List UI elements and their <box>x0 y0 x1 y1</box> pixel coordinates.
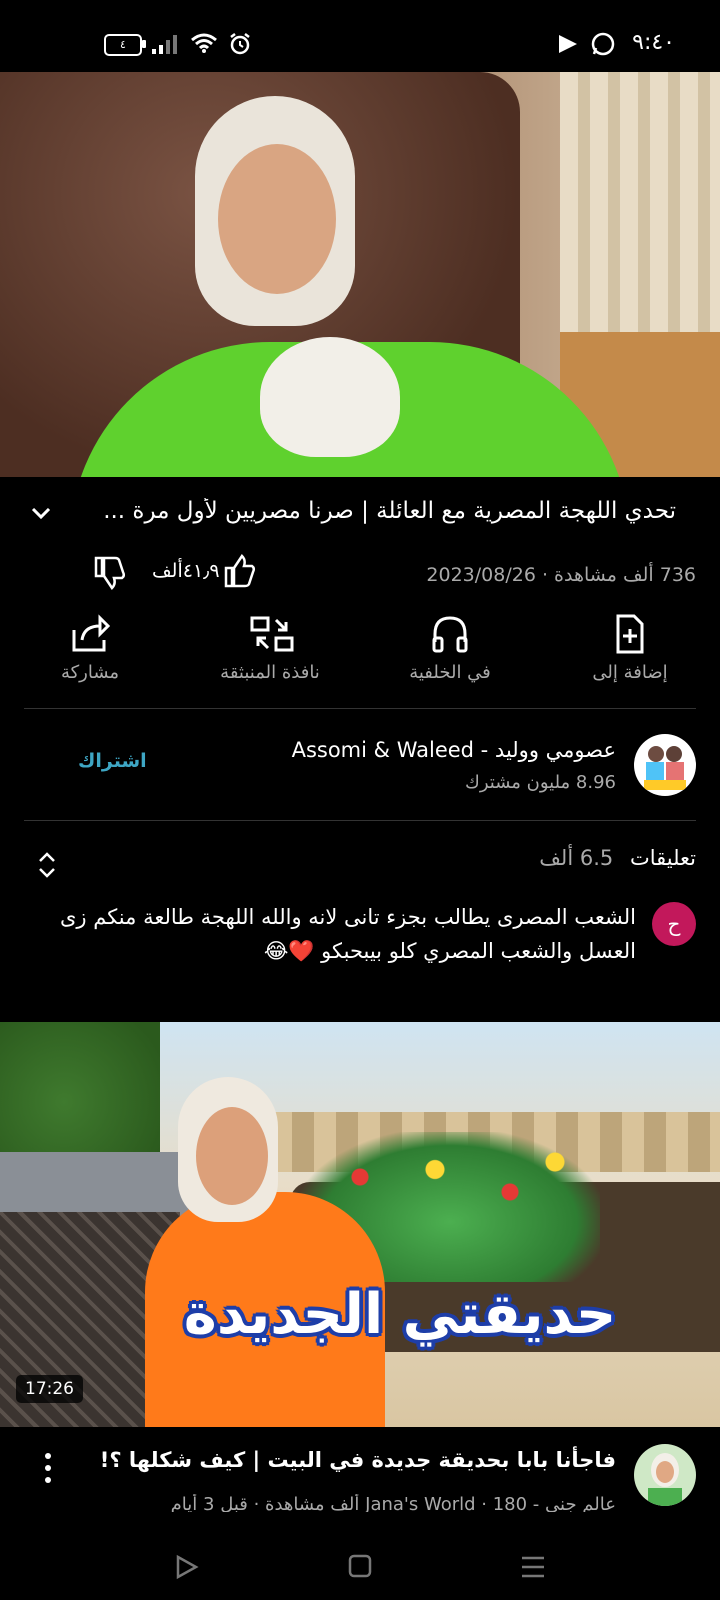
popup-window-label: نافذة المنبثقة <box>220 662 320 683</box>
next-video-title[interactable]: فاجأنا بابا بحديقة جديدة في البيت | كيف … <box>56 1448 616 1472</box>
add-to-label: إضافة إلى <box>592 662 668 683</box>
wifi-icon <box>191 33 217 53</box>
divider <box>24 820 696 821</box>
channel-avatar[interactable] <box>634 734 696 796</box>
duration-badge: 17:26 <box>16 1375 83 1403</box>
recents-icon[interactable] <box>520 1554 546 1580</box>
expand-icon[interactable] <box>36 850 58 880</box>
back-icon[interactable] <box>174 1554 200 1580</box>
video-frame-collar <box>260 337 400 457</box>
video-title: تحدي اللهجة المصرية مع العائلة | صرنا مص… <box>103 498 676 524</box>
comments-label: تعليقات <box>629 846 696 870</box>
channel-row[interactable]: عصومي ووليد - Assomi & Waleed 8.96 مليون… <box>0 720 720 820</box>
thumbnail-overlay-text: حديقتي الجديدة <box>183 1282 617 1347</box>
video-player[interactable] <box>0 72 720 477</box>
like-count: ٤١٫٩ألف <box>152 560 220 582</box>
comments-title: تعليقات 6.5 ألف <box>539 846 696 870</box>
next-video-meta: عالم جنى - Jana's World · 180 ألف مشاهدة… <box>170 1494 616 1512</box>
next-video-thumbnail[interactable]: حديقتي الجديدة 17:26 <box>0 1022 720 1427</box>
picture-in-picture-icon <box>250 616 294 652</box>
dislike-icon[interactable] <box>92 554 128 590</box>
youtube-icon <box>559 35 577 53</box>
next-video-channel-avatar[interactable] <box>634 1444 696 1506</box>
channel-name[interactable]: عصومي ووليد - Assomi & Waleed <box>292 738 616 762</box>
thumb-face <box>196 1107 268 1205</box>
whatsapp-icon <box>591 32 615 56</box>
battery-icon: ٤ <box>104 34 142 56</box>
signal-icon <box>152 34 178 54</box>
top-comment-text[interactable]: الشعب المصرى يطالب بجزء تانى لانه والله … <box>36 900 636 968</box>
alarm-icon <box>230 33 250 55</box>
action-bar: إضافة إلى في الخلفية نافذة المنبثقة مشار… <box>0 610 720 700</box>
comments-header[interactable]: تعليقات 6.5 ألف <box>0 840 720 880</box>
share-label: مشاركة <box>60 662 120 683</box>
comments-count: 6.5 ألف <box>539 846 614 870</box>
subscribe-button[interactable]: اشتراك <box>78 750 147 772</box>
status-bar: ٤ ٩:٤٠ <box>0 0 720 72</box>
video-title-row[interactable]: تحدي اللهجة المصرية مع العائلة | صرنا مص… <box>20 498 700 548</box>
divider <box>24 708 696 709</box>
background-play-label: في الخلفية <box>409 662 491 683</box>
add-to-playlist-icon <box>616 614 644 654</box>
share-icon <box>72 614 110 652</box>
subscriber-count: 8.96 مليون مشترك <box>465 772 616 793</box>
video-meta: 736 ألف مشاهدة · 2023/08/26 <box>426 564 696 586</box>
system-navigation-bar <box>0 1520 720 1600</box>
chevron-down-icon[interactable] <box>30 502 52 524</box>
clock: ٩:٤٠ <box>632 30 675 55</box>
video-frame-face <box>218 144 336 294</box>
headphones-icon <box>432 616 468 653</box>
comment-avatar: ح <box>652 902 696 946</box>
like-icon[interactable] <box>222 554 258 590</box>
battery-tip <box>142 40 146 48</box>
home-icon[interactable] <box>348 1554 372 1578</box>
more-options-icon[interactable] <box>38 1448 58 1488</box>
